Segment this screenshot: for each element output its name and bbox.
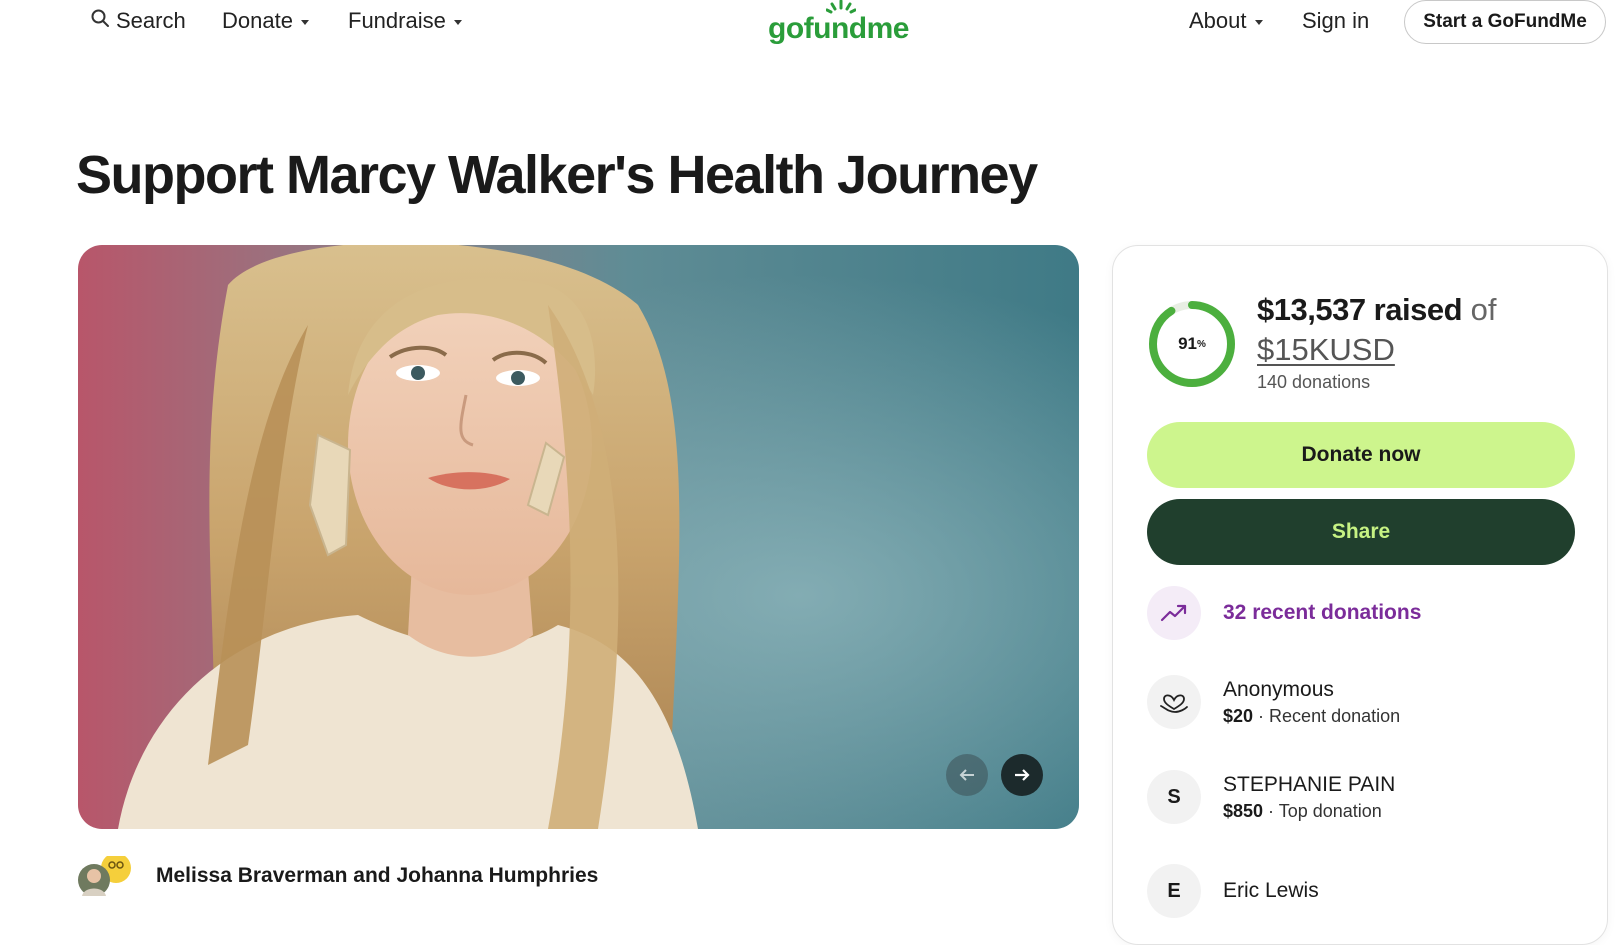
donor-meta: $850 · Top donation (1223, 800, 1382, 821)
organizer-row: Melissa Braverman and Johanna Humphries (78, 853, 598, 896)
donate-menu[interactable]: Donate (222, 8, 309, 34)
search-icon (90, 8, 110, 34)
donor-note: Recent donation (1269, 705, 1401, 726)
gofundme-logo[interactable]: gofundme (768, 0, 918, 46)
search-label: Search (116, 8, 186, 33)
start-gofundme-button[interactable]: Start a GoFundMe (1404, 0, 1606, 44)
donor-name: STEPHANIE PAIN (1223, 772, 1396, 796)
caret-down-icon (453, 19, 462, 25)
donor-avatar: E (1147, 864, 1201, 918)
donor-avatar: S (1147, 770, 1201, 824)
donations-count: 140 donations (1257, 372, 1371, 392)
sign-in-link[interactable]: Sign in (1302, 8, 1369, 34)
goal-amount[interactable]: $15KUSD (1257, 332, 1395, 368)
donation-card: 91% $13,537 raised of $15KUSD 140 donati… (1112, 245, 1608, 945)
caret-down-icon (300, 19, 309, 25)
about-menu[interactable]: About (1189, 8, 1263, 34)
caret-down-icon (1254, 19, 1263, 25)
donor-meta: $20 · Recent donation (1223, 705, 1401, 726)
recent-donations-row[interactable]: 32 recent donations (1147, 586, 1421, 640)
donor-item: S STEPHANIE PAIN $850 · Top donation (1147, 770, 1395, 824)
fundraise-menu-label: Fundraise (348, 8, 446, 33)
logo-text: gofundme (768, 12, 909, 45)
donor-name: Eric Lewis (1223, 879, 1319, 902)
carousel-prev-button[interactable] (946, 754, 988, 796)
progress-percent: 91% (1178, 334, 1206, 353)
progress-ring: 91% (1146, 298, 1238, 390)
page-title: Support Marcy Walker's Health Journey (76, 145, 1038, 205)
sign-in-label: Sign in (1302, 8, 1370, 33)
carousel-next-button[interactable] (1001, 754, 1043, 796)
arrow-right-icon (1015, 769, 1030, 781)
heart-hand-icon (1147, 675, 1201, 729)
fundraise-menu[interactable]: Fundraise (348, 8, 462, 34)
donor-name: Anonymous (1223, 677, 1334, 701)
raised-summary: $13,537 raised of (1257, 292, 1497, 328)
share-button[interactable]: Share (1147, 499, 1575, 565)
search-link[interactable]: Search (90, 8, 186, 34)
donor-item: Anonymous $20 · Recent donation (1147, 675, 1400, 729)
organizer-avatars (78, 853, 134, 896)
donor-item: E Eric Lewis (1147, 864, 1319, 918)
trending-up-icon (1147, 586, 1201, 640)
about-menu-label: About (1189, 8, 1247, 33)
donate-now-button[interactable]: Donate now (1147, 422, 1575, 488)
arrow-left-icon (959, 769, 974, 781)
portrait-photo (78, 245, 1079, 829)
donor-amount: $850 (1223, 800, 1264, 821)
organizer-names[interactable]: Melissa Braverman and Johanna Humphries (156, 864, 598, 888)
raised-of: of (1470, 292, 1497, 327)
raised-amount: $13,537 raised (1257, 292, 1463, 327)
donor-note: Top donation (1278, 800, 1382, 821)
hero-image (78, 245, 1079, 829)
donor-amount: $20 (1223, 705, 1254, 726)
donate-menu-label: Donate (222, 8, 293, 33)
recent-donations-link[interactable]: 32 recent donations (1223, 601, 1421, 625)
site-header: Search Donate Fundraise gofundme About S… (0, 0, 1622, 46)
